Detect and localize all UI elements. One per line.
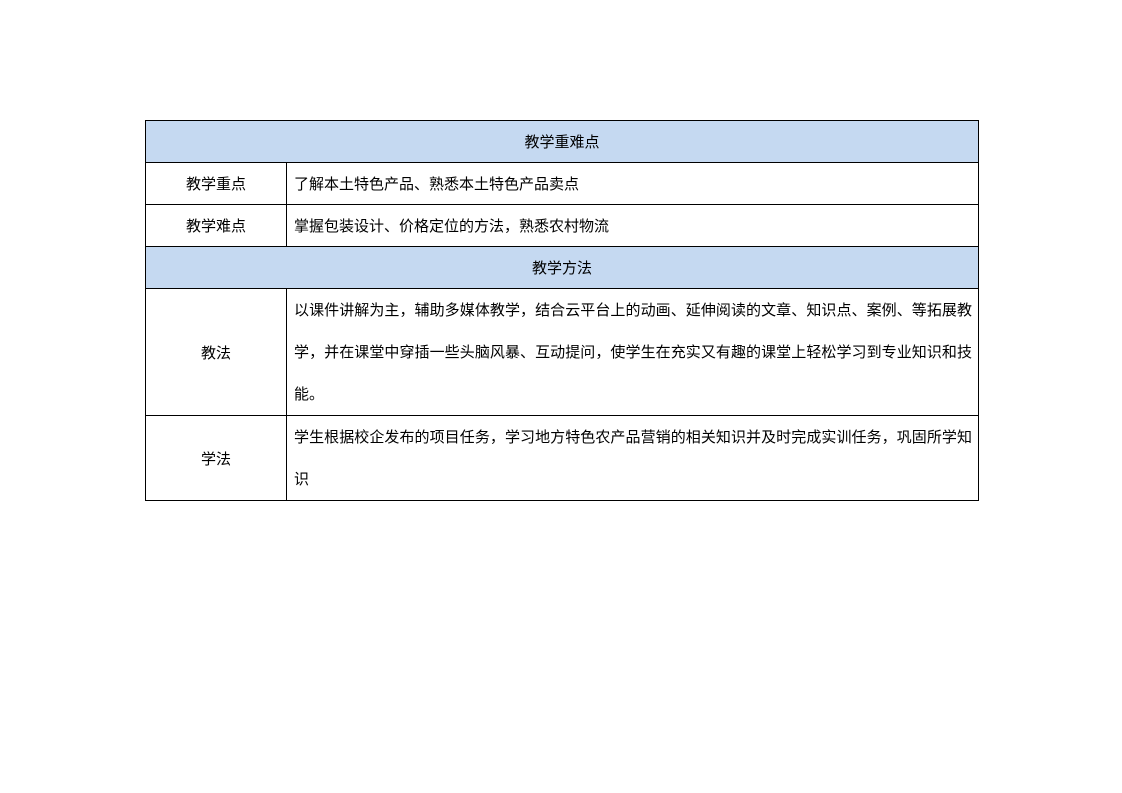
table-row: 教学难点 掌握包装设计、价格定位的方法，熟悉农村物流: [145, 204, 980, 247]
key-point-content: 了解本土特色产品、熟悉本土特色产品卖点: [285, 162, 980, 205]
section-header-row: 教学重难点: [144, 120, 980, 163]
difficult-point-label: 教学难点: [145, 204, 287, 247]
teaching-method-label: 教法: [145, 288, 287, 416]
methods-section-header: 教学方法: [144, 246, 980, 289]
teaching-plan-table: 教学重难点 教学重点 了解本土特色产品、熟悉本土特色产品卖点 教学难点 掌握包装…: [144, 120, 980, 501]
teaching-method-content: 以课件讲解为主，辅助多媒体教学，结合云平台上的动画、延伸阅读的文章、知识点、案例…: [285, 288, 980, 416]
difficult-point-content: 掌握包装设计、价格定位的方法，熟悉农村物流: [285, 204, 980, 247]
table-row: 学法 学生根据校企发布的项目任务，学习地方特色农产品营销的相关知识并及时完成实训…: [145, 415, 980, 501]
key-points-section-header: 教学重难点: [144, 120, 980, 163]
table-row: 教法 以课件讲解为主，辅助多媒体教学，结合云平台上的动画、延伸阅读的文章、知识点…: [145, 288, 980, 416]
key-point-label: 教学重点: [145, 162, 287, 205]
table-row: 教学重点 了解本土特色产品、熟悉本土特色产品卖点: [145, 162, 980, 205]
section-header-row: 教学方法: [144, 246, 980, 289]
learning-method-label: 学法: [145, 415, 287, 501]
learning-method-content: 学生根据校企发布的项目任务，学习地方特色农产品营销的相关知识并及时完成实训任务，…: [285, 415, 980, 501]
